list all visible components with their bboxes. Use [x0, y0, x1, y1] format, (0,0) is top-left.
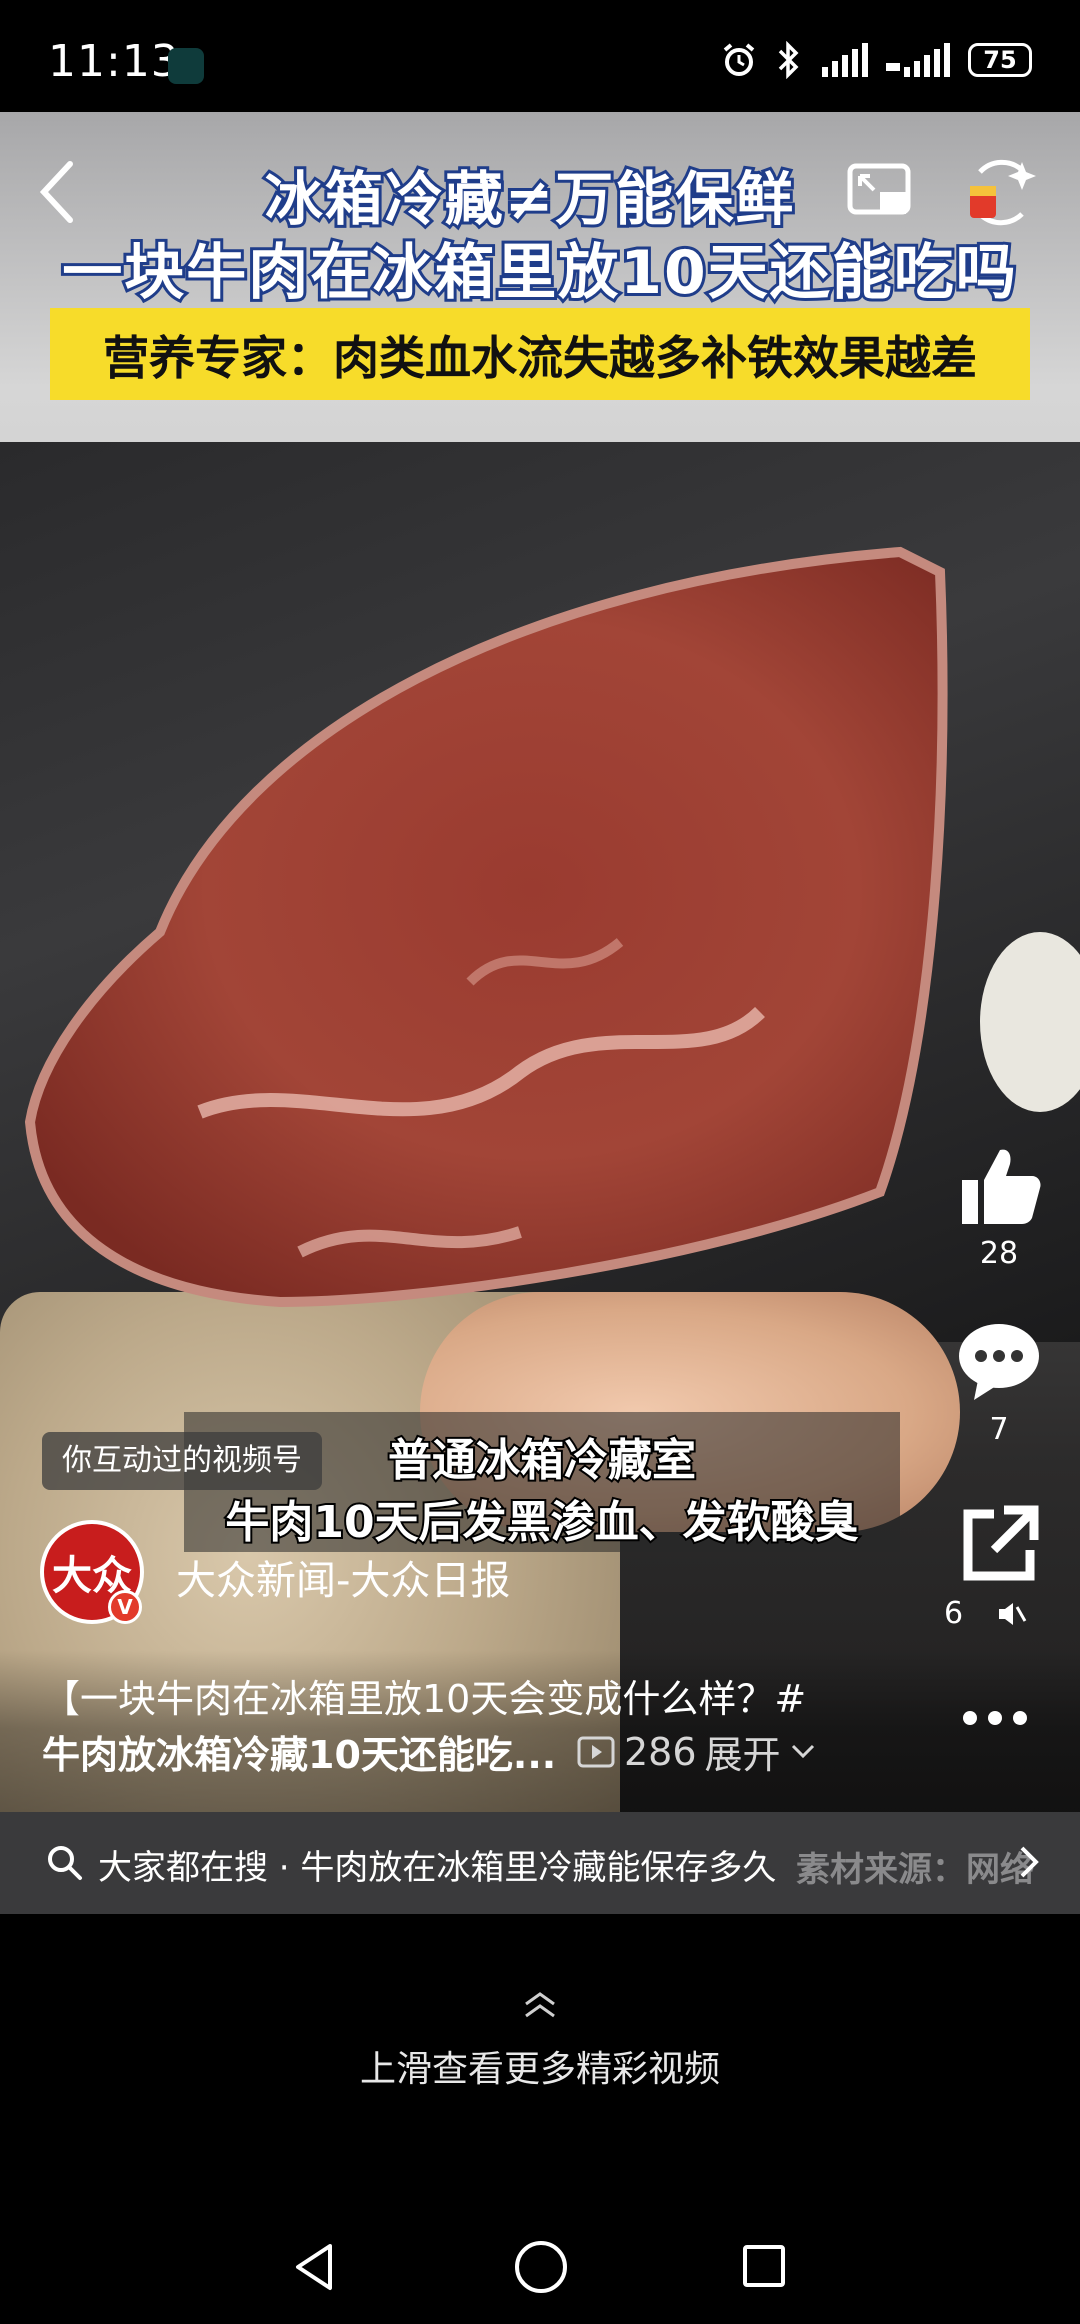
video-player[interactable]: 冰箱冷藏≠万能保鲜 一块牛肉在冰箱里放10天还能吃吗 营养专家：肉类血水流失越多…: [0, 112, 1080, 1914]
share-count: 6: [944, 1596, 964, 1631]
nav-home-icon[interactable]: [512, 2238, 570, 2296]
signal-icon: [822, 43, 868, 77]
verified-badge: V: [108, 1590, 142, 1624]
video-subtitle-line2: 牛肉10天后发黑渗血、发软酸臭: [223, 1495, 860, 1550]
chevron-right-icon: [1020, 1846, 1039, 1878]
video-banner-text: 营养专家：肉类血水流失越多补铁效果越差: [103, 331, 977, 385]
nav-recents-icon[interactable]: [742, 2244, 786, 2288]
video-title-line2: 一块牛肉在冰箱里放10天还能吃吗: [59, 235, 1019, 311]
description-line2[interactable]: 牛肉放冰箱冷藏10天还能吃...: [42, 1724, 556, 1779]
expand-label[interactable]: 展开: [705, 1724, 781, 1779]
comment-count: 7: [989, 1412, 1009, 1447]
swipe-up-icon: [525, 1992, 555, 2018]
search-icon: [48, 1846, 82, 1880]
battery-indicator: 75: [968, 43, 1032, 77]
play-count-icon: [577, 1736, 615, 1767]
description-meta[interactable]: 286 展开: [576, 1724, 817, 1779]
app-notification-icon: [168, 48, 204, 84]
search-suggestion-text[interactable]: 大家都在搜 · 牛肉放在冰箱里冷藏能保存多久: [98, 1840, 776, 1889]
back-icon[interactable]: [30, 152, 90, 232]
share-button[interactable]: 6: [944, 1500, 1054, 1631]
red-packet-icon[interactable]: [960, 152, 1040, 232]
muted-speaker-icon: [998, 1602, 1026, 1625]
swipe-hint: 上滑查看更多精彩视频: [359, 2049, 720, 2090]
chevron-down-icon: [791, 1744, 814, 1758]
comment-button[interactable]: 7: [944, 1316, 1054, 1447]
nav-back-icon[interactable]: [290, 2240, 340, 2294]
battery-level: 75: [983, 46, 1017, 74]
interacted-tag: 你互动过的视频号: [42, 1432, 322, 1490]
like-button[interactable]: 28: [944, 1140, 1054, 1271]
bluetooth-icon: [778, 41, 799, 79]
thumbs-up-icon: [962, 1149, 1041, 1224]
share-icon: [963, 1505, 1039, 1581]
status-time: 11:13: [48, 36, 180, 87]
like-count: 28: [979, 1236, 1019, 1271]
play-count: 286: [624, 1729, 697, 1774]
signal-icon-2: [886, 43, 950, 77]
more-options-icon[interactable]: [960, 1708, 1030, 1728]
comment-icon: [959, 1324, 1039, 1400]
status-icons: 75: [720, 40, 1032, 80]
share-count-row: 6: [944, 1596, 1054, 1631]
source-watermark: 素材来源：网络: [796, 1850, 1034, 1890]
description-line1[interactable]: 【一块牛肉在冰箱里放10天会变成什么样？#: [42, 1668, 806, 1723]
account-name[interactable]: 大众新闻-大众日报: [176, 1548, 510, 1606]
picture-in-picture-icon[interactable]: [846, 158, 916, 228]
alarm-icon: [723, 43, 755, 76]
